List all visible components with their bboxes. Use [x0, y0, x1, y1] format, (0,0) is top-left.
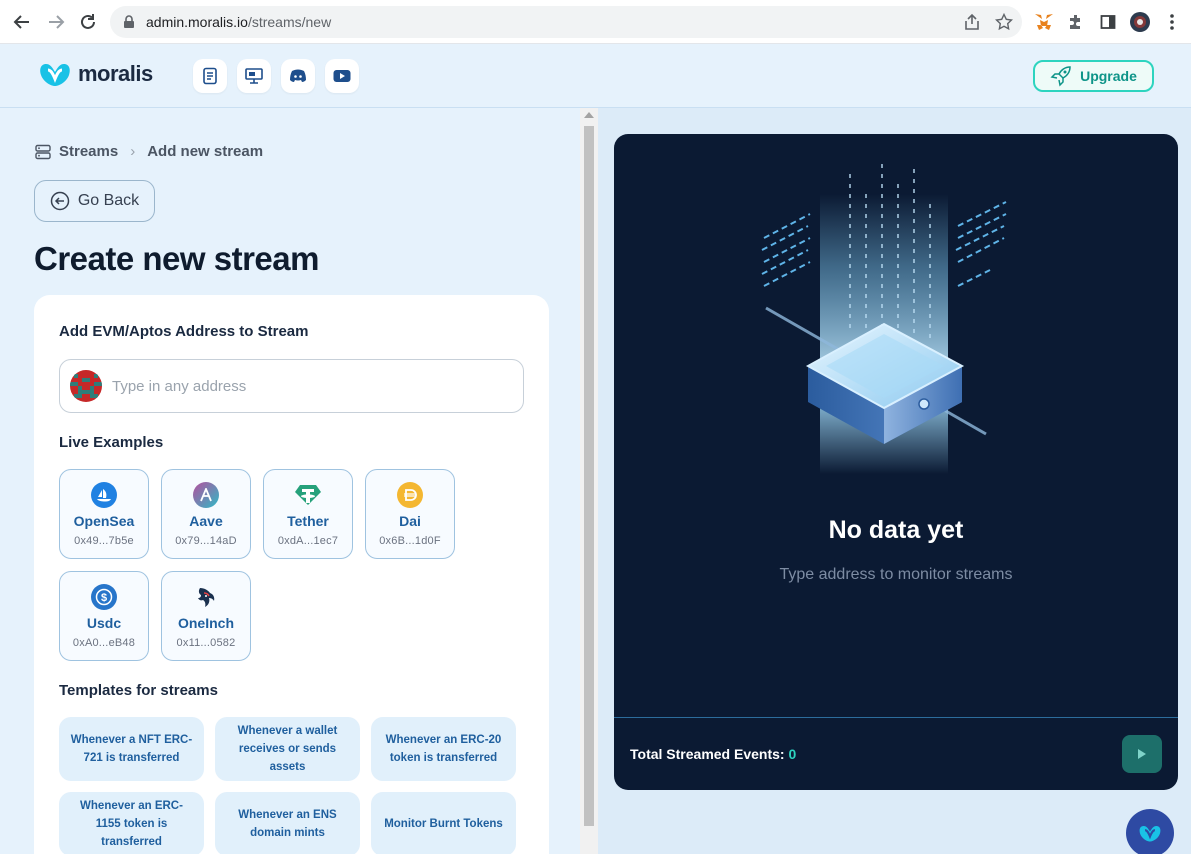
- discord-icon[interactable]: [281, 59, 315, 93]
- opensea-icon: [91, 482, 117, 508]
- oneinch-icon: [193, 584, 219, 610]
- rocket-icon: [1050, 66, 1071, 87]
- play-icon: [1138, 749, 1146, 759]
- template-ens-mints[interactable]: Whenever an ENS domain mints: [215, 792, 360, 854]
- stream-form-card: Add EVM/Aptos Address to Stream Live Exa…: [34, 295, 549, 854]
- live-examples-label: Live Examples: [59, 434, 164, 451]
- go-back-button[interactable]: Go Back: [34, 180, 155, 222]
- address-avatar: [70, 370, 102, 402]
- address-bar[interactable]: admin.moralis.io/streams/new: [110, 6, 1022, 38]
- breadcrumb-streams[interactable]: Streams: [59, 143, 118, 160]
- browser-chrome: admin.moralis.io/streams/new: [0, 0, 1191, 44]
- example-name: Tether: [287, 513, 329, 529]
- example-address: 0x11...0582: [176, 637, 236, 649]
- total-value: 0: [788, 746, 797, 762]
- page-title: Create new stream: [34, 240, 319, 277]
- lock-icon: [122, 15, 136, 29]
- streams-icon: [35, 144, 51, 159]
- moralis-logo[interactable]: moralis: [38, 60, 153, 88]
- example-address: 0x6B...1d0F: [379, 535, 441, 547]
- go-back-label: Go Back: [77, 192, 140, 209]
- template-erc1155[interactable]: Whenever an ERC-1155 token is transferre…: [59, 792, 204, 854]
- example-dai[interactable]: Dai 0x6B...1d0F: [365, 469, 455, 559]
- aave-icon: [193, 482, 219, 508]
- server-illustration: [761, 164, 1007, 474]
- templates-label: Templates for streams: [59, 682, 218, 699]
- example-oneinch[interactable]: OneInch 0x11...0582: [161, 571, 251, 661]
- moralis-logo-icon: [40, 64, 70, 86]
- example-name: Dai: [399, 513, 421, 529]
- template-erc20[interactable]: Whenever an ERC-20 token is transferred: [371, 717, 516, 781]
- tether-icon: [295, 482, 321, 508]
- profile-avatar[interactable]: [1128, 10, 1152, 34]
- divider: [614, 717, 1178, 718]
- upgrade-button[interactable]: Upgrade: [1033, 60, 1154, 92]
- no-data-title: No data yet: [828, 516, 964, 544]
- scrollbar[interactable]: [580, 108, 598, 854]
- share-icon[interactable]: [960, 10, 984, 34]
- breadcrumb-current: Add new stream: [147, 143, 264, 160]
- example-aave[interactable]: Aave 0x79...14aD: [161, 469, 251, 559]
- docs-icon[interactable]: [193, 59, 227, 93]
- example-address: 0xA0...eB48: [72, 637, 136, 649]
- stream-form-panel: Streams › Add new stream Go Back Create …: [0, 108, 580, 854]
- example-name: Aave: [189, 513, 223, 529]
- url-text: admin.moralis.io/streams/new: [146, 14, 332, 30]
- academy-icon[interactable]: [237, 59, 271, 93]
- breadcrumb: Streams › Add new stream: [35, 143, 263, 160]
- scroll-thumb[interactable]: [584, 126, 594, 826]
- template-burnt-tokens[interactable]: Monitor Burnt Tokens: [371, 792, 516, 854]
- scroll-up-arrow-icon[interactable]: [584, 112, 594, 118]
- support-chat-button[interactable]: [1126, 809, 1174, 854]
- example-tether[interactable]: Tether 0xdA...1ec7: [263, 469, 353, 559]
- star-icon[interactable]: [992, 10, 1016, 34]
- total-label: Total Streamed Events:: [630, 746, 785, 762]
- address-label: Add EVM/Aptos Address to Stream: [59, 323, 309, 340]
- total-streamed-events: Total Streamed Events: 0: [630, 746, 796, 762]
- extensions-icon[interactable]: [1064, 10, 1088, 34]
- template-nft-erc721[interactable]: Whenever a NFT ERC-721 is transferred: [59, 717, 204, 781]
- template-wallet-assets[interactable]: Whenever a wallet receives or sends asse…: [215, 717, 360, 781]
- back-arrow-icon[interactable]: [10, 10, 34, 34]
- stream-preview-panel: No data yet Type address to monitor stre…: [614, 134, 1178, 790]
- example-usdc[interactable]: $ Usdc 0xA0...eB48: [59, 571, 149, 661]
- metamask-icon[interactable]: [1032, 10, 1056, 34]
- example-address: 0xdA...1ec7: [277, 535, 339, 547]
- kebab-menu-icon[interactable]: [1160, 10, 1184, 34]
- chevron-right-icon: ›: [130, 143, 136, 160]
- youtube-icon[interactable]: [325, 59, 359, 93]
- dai-icon: [397, 482, 423, 508]
- example-address: 0x49...7b5e: [74, 535, 134, 547]
- example-name: OneInch: [177, 615, 234, 631]
- example-opensea[interactable]: OpenSea 0x49...7b5e: [59, 469, 149, 559]
- logo-text: moralis: [78, 61, 153, 86]
- address-input[interactable]: [112, 377, 492, 395]
- reload-icon[interactable]: [76, 10, 100, 34]
- back-circle-icon: [50, 191, 70, 211]
- play-button[interactable]: [1122, 735, 1162, 773]
- forward-arrow-icon[interactable]: [44, 10, 68, 34]
- moralis-chat-icon: [1139, 825, 1161, 842]
- example-name: Usdc: [86, 615, 122, 631]
- example-address: 0x79...14aD: [175, 535, 237, 547]
- example-name: OpenSea: [73, 513, 135, 529]
- upgrade-label: Upgrade: [1080, 68, 1137, 84]
- usdc-icon: $: [91, 584, 117, 610]
- svg-text:$: $: [101, 592, 107, 604]
- address-input-wrapper[interactable]: [59, 359, 524, 413]
- no-data-subtitle: Type address to monitor streams: [779, 566, 1013, 583]
- app-header: moralis Upgrade: [0, 44, 1191, 108]
- sidepanel-icon[interactable]: [1096, 10, 1120, 34]
